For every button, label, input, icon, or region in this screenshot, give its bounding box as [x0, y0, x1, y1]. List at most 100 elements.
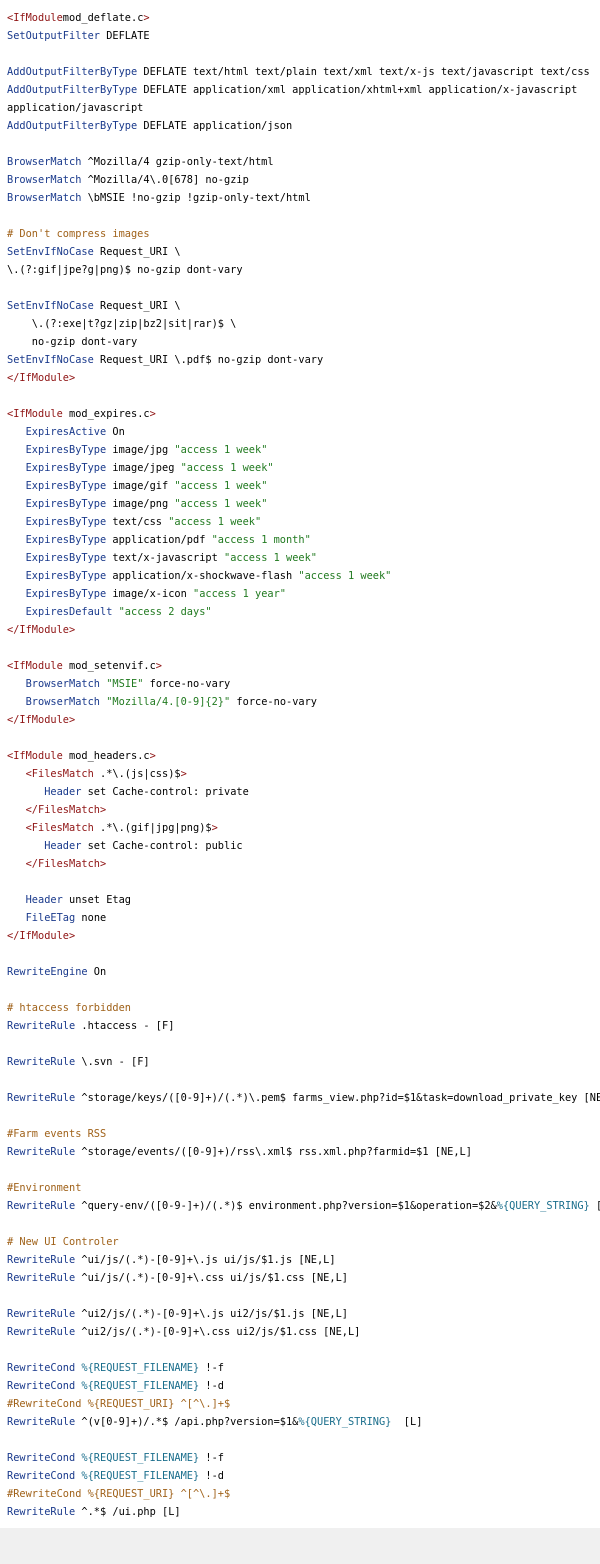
directive-token: ExpiresActive [25, 426, 107, 438]
directive-token: ExpiresByType [25, 462, 107, 474]
string-token: "access 1 week" [180, 462, 274, 474]
code-line: ExpiresByType application/x-shockwave-fl… [7, 567, 600, 585]
text-token: image/x-icon [106, 588, 193, 600]
code-line: </FilesMatch> [7, 801, 600, 819]
code-line: RewriteCond %{REQUEST_FILENAME} !-f [7, 1449, 600, 1467]
code-viewer: <IfModulemod_deflate.c> SetOutputFilter D… [0, 0, 600, 1528]
code-line: #Farm events RSS [7, 1125, 600, 1143]
code-line: </IfModule> [7, 369, 600, 387]
directive-token: ExpiresByType [25, 444, 107, 456]
tag-token: <IfModule [7, 750, 63, 762]
code-line: RewriteRule ^ui2/js/(.*)-[0-9]+\.js ui2/… [7, 1305, 600, 1323]
code-line: SetOutputFilter DEFLATE [7, 27, 600, 45]
string-token: "access 1 week" [298, 570, 392, 582]
comment-token: #Farm events RSS [7, 1128, 107, 1140]
directive-token: RewriteRule [7, 1506, 76, 1518]
text-token: ^ui/js/(.*)-[0-9]+\.css ui/js/$1.css [NE… [75, 1272, 348, 1284]
directive-token: ExpiresByType [25, 498, 107, 510]
code-line: </IfModule> [7, 927, 600, 945]
code-line: RewriteRule .htaccess - [F] [7, 1017, 600, 1035]
directive-token: RewriteRule [7, 1308, 76, 1320]
directive-token: RewriteRule [7, 1272, 76, 1284]
directive-token: RewriteCond [7, 1452, 76, 1464]
directive-token: BrowserMatch [25, 696, 101, 708]
directive-token: RewriteRule [7, 1146, 76, 1158]
text-token: !-f [199, 1452, 225, 1464]
directive-token: BrowserMatch [7, 192, 82, 204]
string-token: "access 1 week" [174, 480, 268, 492]
directive-token: RewriteRule [7, 1200, 76, 1212]
code-line: </IfModule> [7, 711, 600, 729]
code-line: RewriteEngine On [7, 963, 600, 981]
code-line: RewriteRule ^ui/js/(.*)-[0-9]+\.css ui/j… [7, 1269, 600, 1287]
text-token: DEFLATE application/xml application/xhtm… [137, 84, 578, 96]
text-token: ^ui/js/(.*)-[0-9]+\.js ui/js/$1.js [NE,L… [75, 1254, 336, 1266]
directive-token: SetEnvIfNoCase [7, 300, 94, 312]
code-line: ExpiresActive On [7, 423, 600, 441]
tag-token: </IfModule> [7, 930, 76, 942]
directive-token: ExpiresByType [25, 480, 107, 492]
text-token: mod_headers.c [62, 750, 150, 762]
tag-token: </FilesMatch> [25, 804, 107, 816]
directive-token: ExpiresByType [25, 534, 107, 546]
code-line: SetEnvIfNoCase Request_URI \.pdf$ no-gzi… [7, 351, 600, 369]
text-token: image/gif [106, 480, 175, 492]
tag-token: </IfModule> [7, 624, 76, 636]
text-token: ^query-env/([0-9-]+)/(.*)$ environment.p… [75, 1200, 497, 1212]
code-line: #Environment [7, 1179, 600, 1197]
directive-token: ExpiresByType [25, 516, 107, 528]
directive-token: RewriteRule [7, 1416, 76, 1428]
text-token: .htaccess - [F] [75, 1020, 175, 1032]
tag-token: <IfModule [7, 408, 63, 420]
directive-token: RewriteRule [7, 1326, 76, 1338]
comment-token: # Don't compress images [7, 228, 150, 240]
tag-token: > [155, 660, 162, 672]
text-token: !-d [199, 1470, 225, 1482]
text-token: text/css [106, 516, 169, 528]
comment-token: # htaccess forbidden [7, 1002, 131, 1014]
code-line: <IfModule mod_headers.c> [7, 747, 600, 765]
text-token: application/pdf [106, 534, 212, 546]
text-token: ^Mozilla/4 gzip-only-text/html [81, 156, 274, 168]
text-token: set Cache-control: private [81, 786, 249, 798]
text-token: [L] [391, 1416, 423, 1428]
code-line: <FilesMatch .*\.(js|css)$> [7, 765, 600, 783]
code-line: FileETag none [7, 909, 600, 927]
directive-token: SetOutputFilter [7, 30, 100, 42]
footer-bar [0, 1528, 600, 1564]
directive-token: RewriteCond [7, 1362, 76, 1374]
directive-token: AddOutputFilterByType [7, 120, 138, 132]
text-token: Request_URI \ [93, 300, 181, 312]
code-line: ExpiresByType image/png "access 1 week" [7, 495, 600, 513]
code-line: #RewriteCond %{REQUEST_URI} ^[^\.]+$ [7, 1485, 600, 1503]
code-line: ExpiresByType text/x-javascript "access … [7, 549, 600, 567]
text-token: none [75, 912, 107, 924]
string-token: "Mozilla/4.[0-9]{2}" [106, 696, 231, 708]
text-token: On [87, 966, 107, 978]
directive-token: RewriteCond [7, 1380, 76, 1392]
text-token: application/x-shockwave-flash [106, 570, 299, 582]
text-token: no-gzip dont-vary [7, 336, 138, 348]
code-line: RewriteRule ^.*$ /ui.php [L] [7, 1503, 600, 1521]
code-line: Header unset Etag [7, 891, 600, 909]
code-line: Header set Cache-control: private [7, 783, 600, 801]
string-token: "MSIE" [106, 678, 144, 690]
